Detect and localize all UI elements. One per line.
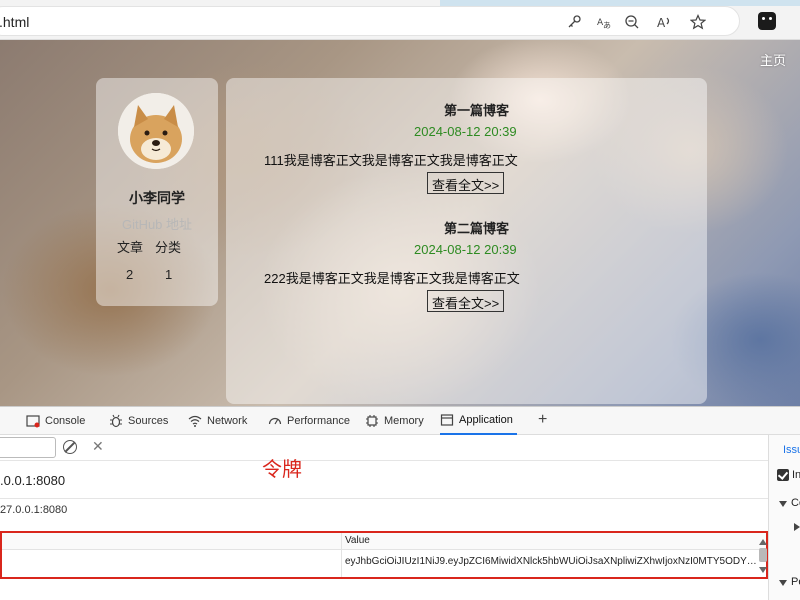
origin-title: .0.0.1:8080 xyxy=(0,473,66,488)
key-icon[interactable] xyxy=(563,11,585,33)
performance-gauge-icon xyxy=(268,414,282,428)
console-icon xyxy=(26,414,40,428)
side-panel: Issu In Co Pe xyxy=(768,435,800,600)
read-aloud-icon[interactable]: A xyxy=(653,11,675,33)
stat-articles-value: 2 xyxy=(126,267,134,282)
devtools-panel: Console Sources Network Performance Memo… xyxy=(0,406,800,600)
storage-table: Value eyJhbGciOiJIUzI1NiJ9.eyJpZCI6Miwid… xyxy=(0,531,768,579)
origin-url: 27.0.0.1:8080 xyxy=(0,504,68,516)
table-scrollbar[interactable] xyxy=(758,533,768,577)
svg-text:A: A xyxy=(657,16,666,30)
browser-toolbar: .html Aあ A xyxy=(0,0,800,40)
storage-toolbar: ✕ xyxy=(0,435,768,461)
stat-categories-label: 分类 xyxy=(155,240,182,255)
side-section-label: Co xyxy=(791,497,800,509)
tab-network-label: Network xyxy=(207,415,248,427)
issues-link[interactable]: Issu xyxy=(783,444,800,456)
blog-list: 第一篇博客 2024-08-12 20:39 111我是博客正文我是博客正文我是… xyxy=(226,78,707,404)
add-tab-button[interactable]: + xyxy=(538,411,547,429)
chevron-down-icon[interactable] xyxy=(779,501,787,507)
post-excerpt: 222我是博客正文我是博客正文我是博客正文 xyxy=(264,271,520,286)
clear-all-icon[interactable] xyxy=(63,440,77,454)
post-date: 2024-08-12 20:39 xyxy=(414,242,517,257)
token-value-cell[interactable]: eyJhbGciOiJIUzI1NiJ9.eyJpZCI6MiwidXNlck5… xyxy=(345,556,757,567)
read-more-button[interactable]: 查看全文>> xyxy=(427,290,505,312)
tab-console[interactable]: Console xyxy=(26,407,85,435)
scroll-thumb[interactable] xyxy=(759,548,767,562)
post-title: 第一篇博客 xyxy=(443,103,509,118)
network-wifi-icon xyxy=(188,414,202,428)
translate-icon[interactable]: Aあ xyxy=(593,11,615,33)
avatar xyxy=(118,93,194,169)
value-column-header[interactable]: Value xyxy=(345,535,370,546)
filter-input[interactable] xyxy=(0,437,56,458)
application-window-icon xyxy=(440,413,454,427)
favorite-star-icon[interactable] xyxy=(687,11,709,33)
tab-application-label: Application xyxy=(459,414,513,426)
delete-selected-icon[interactable]: ✕ xyxy=(92,438,104,455)
chevron-right-icon[interactable] xyxy=(794,523,800,531)
read-more-button[interactable]: 查看全文>> xyxy=(427,172,505,194)
token-annotation: 令牌 xyxy=(262,459,302,481)
devtools-tab-bar: Console Sources Network Performance Memo… xyxy=(0,407,800,435)
post-excerpt: 111我是博客正文我是博客正文我是博客正文 xyxy=(264,153,518,168)
blog-page: 主页 小李同学 GitHub 地址 文章 分类 2 1 第一篇博客 2024-0… xyxy=(0,40,800,406)
tab-console-label: Console xyxy=(45,415,86,427)
origin-header: .0.0.1:8080 xyxy=(0,461,768,499)
post-date: 2024-08-12 20:39 xyxy=(414,124,517,139)
checkbox-label: In xyxy=(792,469,800,481)
tab-memory[interactable]: Memory xyxy=(365,407,424,435)
tab-memory-label: Memory xyxy=(384,415,424,427)
origin-subheader: 27.0.0.1:8080 xyxy=(0,499,768,531)
scroll-up-icon[interactable] xyxy=(759,539,767,545)
scroll-down-icon[interactable] xyxy=(759,567,767,573)
chevron-down-icon[interactable] xyxy=(779,580,787,586)
github-link[interactable]: GitHub 地址 xyxy=(96,214,218,233)
post-title: 第二篇博客 xyxy=(443,221,509,236)
nav-home-link[interactable]: 主页 xyxy=(760,50,786,69)
tab-sources-label: Sources xyxy=(128,415,169,427)
profile-card: 小李同学 GitHub 地址 文章 分类 2 1 xyxy=(96,78,218,306)
table-row[interactable]: eyJhbGciOiJIUzI1NiJ9.eyJpZCI6MiwidXNlck5… xyxy=(2,551,766,571)
checkbox[interactable] xyxy=(777,469,789,481)
tab-sources[interactable]: Sources xyxy=(109,407,168,435)
address-text[interactable]: .html xyxy=(0,14,29,30)
side-section-label: Pe xyxy=(791,576,800,588)
sources-bug-icon xyxy=(109,414,123,428)
zoom-out-icon[interactable] xyxy=(621,11,643,33)
tab-application[interactable]: Application xyxy=(440,407,517,435)
svg-text:あ: あ xyxy=(603,21,611,30)
tab-performance[interactable]: Performance xyxy=(268,407,350,435)
tab-network[interactable]: Network xyxy=(188,407,247,435)
memory-chip-icon xyxy=(365,414,379,428)
address-bar[interactable]: .html Aあ A xyxy=(0,6,740,36)
stat-articles-label: 文章 xyxy=(117,240,144,255)
stat-categories-value: 1 xyxy=(165,267,173,282)
table-header: Value xyxy=(2,533,766,577)
profile-name: 小李同学 xyxy=(129,190,185,206)
extension-icon[interactable] xyxy=(758,12,776,30)
tab-performance-label: Performance xyxy=(287,415,350,427)
